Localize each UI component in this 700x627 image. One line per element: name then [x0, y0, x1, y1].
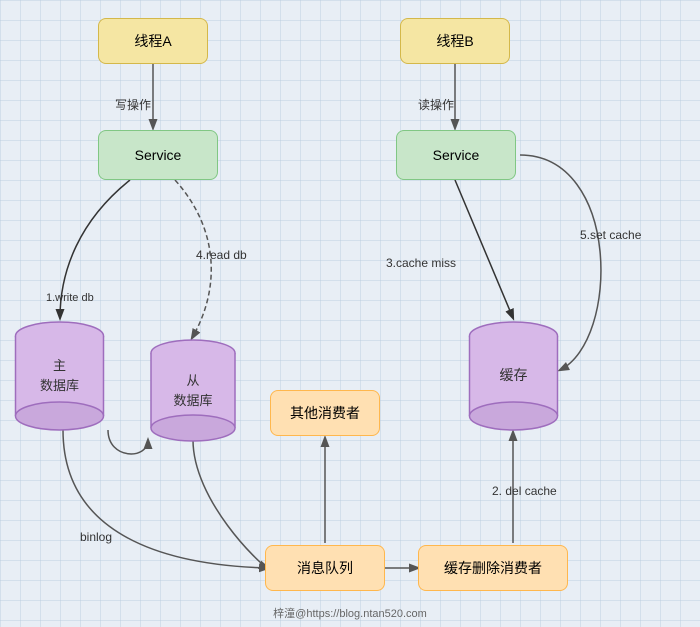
- other-consumer-label: 其他消费者: [290, 403, 360, 423]
- cache-consumer-label: 缓存删除消费者: [444, 558, 542, 578]
- main-db-cylinder: 主数据库: [12, 318, 107, 433]
- del-cache-label: 2. del cache: [492, 484, 557, 498]
- thread-b-label: 线程B: [436, 31, 473, 51]
- slave-db-cylinder: 从数据库: [148, 338, 238, 443]
- diagram: 线程A 线程B Service Service 其他消费者 消息队列 缓存删除消…: [0, 0, 700, 627]
- thread-a-node: 线程A: [98, 18, 208, 64]
- read-db-label: 4.read db: [196, 248, 247, 262]
- cache-cylinder: 缓存: [466, 318, 561, 433]
- service-b-label: Service: [433, 147, 480, 163]
- watermark: 梓潼@https://blog.ntan520.com: [273, 605, 427, 621]
- service-a-label: Service: [135, 147, 182, 163]
- cache-miss-label: 3.cache miss: [386, 256, 456, 270]
- service-b-node: Service: [396, 130, 516, 180]
- write-op-label: 写操作: [115, 96, 151, 113]
- service-a-node: Service: [98, 130, 218, 180]
- msg-queue-node: 消息队列: [265, 545, 385, 591]
- thread-a-label: 线程A: [134, 31, 171, 51]
- cache-consumer-node: 缓存删除消费者: [418, 545, 568, 591]
- thread-b-node: 线程B: [400, 18, 510, 64]
- msg-queue-label: 消息队列: [297, 558, 353, 578]
- binlog-label: binlog: [80, 530, 112, 544]
- read-op-label: 读操作: [418, 96, 454, 113]
- write-db-label: 1.write db: [46, 292, 94, 304]
- other-consumer-node: 其他消费者: [270, 390, 380, 436]
- cache-label: 缓存: [500, 366, 528, 386]
- slave-db-label: 从数据库: [173, 371, 212, 410]
- set-cache-label: 5.set cache: [580, 228, 641, 242]
- main-db-label: 主数据库: [40, 356, 79, 395]
